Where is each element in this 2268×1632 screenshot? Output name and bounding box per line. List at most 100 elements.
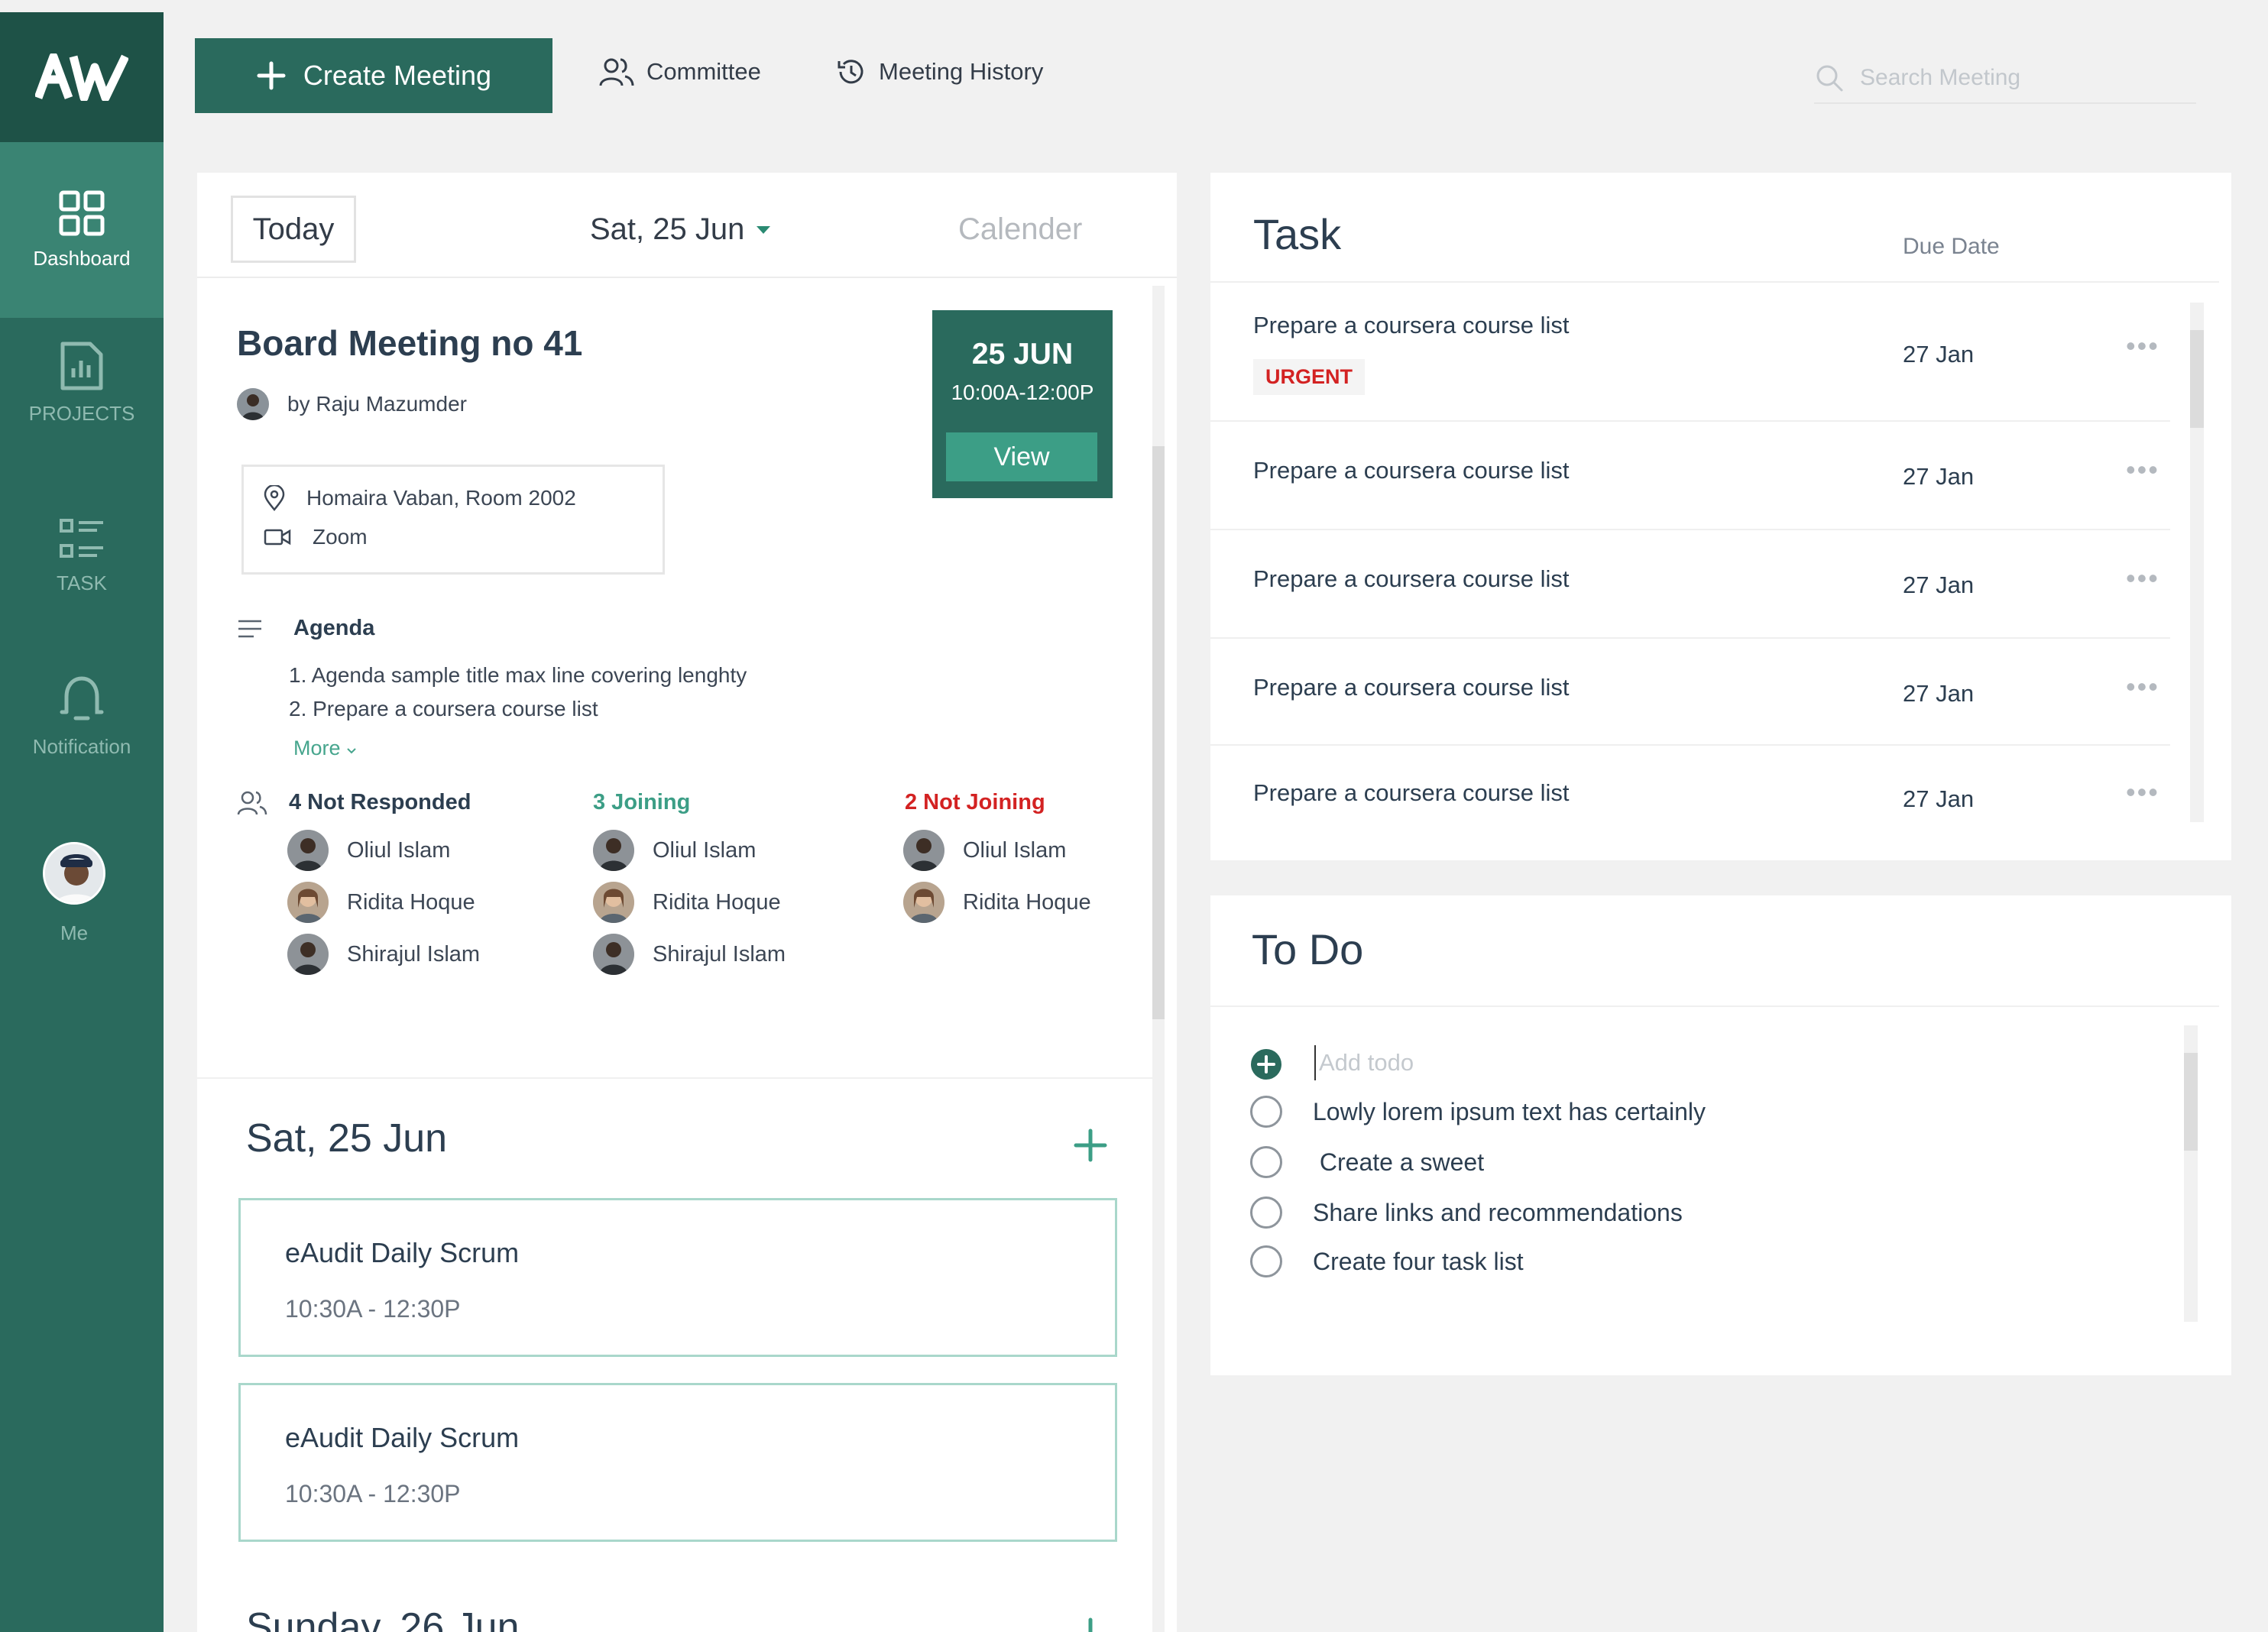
todo-item[interactable]: Create a sweet xyxy=(1250,1146,1484,1178)
todo-item[interactable]: Create four task list xyxy=(1250,1245,1524,1277)
more-options-icon[interactable]: ••• xyxy=(2126,776,2159,808)
todo-checkbox[interactable] xyxy=(1250,1245,1282,1277)
more-options-icon[interactable]: ••• xyxy=(2126,671,2159,703)
create-meeting-button[interactable]: Create Meeting xyxy=(195,38,552,113)
logo-icon xyxy=(35,53,128,101)
more-options-icon[interactable]: ••• xyxy=(2126,562,2159,594)
user-avatar-icon xyxy=(593,882,634,923)
todo-scrollbar[interactable] xyxy=(2184,1025,2198,1322)
sidebar-item-label: Me xyxy=(60,921,89,944)
todo-text: Share links and recommendations xyxy=(1313,1198,1683,1226)
task-name: Prepare a coursera course list xyxy=(1253,312,1570,338)
task-scrollbar[interactable] xyxy=(2190,303,2204,822)
calendar-link[interactable]: Calender xyxy=(958,212,1082,247)
add-todo-icon[interactable] xyxy=(1250,1048,1282,1080)
avatar xyxy=(903,830,944,871)
location-pin-icon xyxy=(264,485,285,511)
platform-text: Zoom xyxy=(313,525,368,549)
attendee-name: Ridita Hoque xyxy=(347,889,475,915)
event-title: eAudit Daily Scrum xyxy=(285,1422,520,1453)
add-event-button[interactable] xyxy=(1073,1122,1108,1171)
search-icon xyxy=(1816,65,1843,92)
user-avatar-icon xyxy=(237,388,269,420)
more-options-icon[interactable]: ••• xyxy=(2126,330,2159,362)
task-due-date: 27 Jan xyxy=(1903,572,1975,598)
task-due-date: 27 Jan xyxy=(1903,680,1975,707)
joining-heading: 3 Joining xyxy=(593,790,691,814)
task-list-icon xyxy=(60,519,103,558)
event-card[interactable]: eAudit Daily Scrum 10:30A - 12:30P xyxy=(238,1198,1117,1357)
meeting-card-date: 25 JUN xyxy=(971,338,1074,371)
view-meeting-button[interactable]: View xyxy=(946,432,1097,481)
task-row[interactable]: Prepare a coursera course list 27 Jan ••… xyxy=(1210,746,2170,860)
todo-item[interactable]: Lowly lorem ipsum text has certainly xyxy=(1250,1096,1706,1128)
todo-item[interactable]: Share links and recommendations xyxy=(1250,1196,1683,1229)
scrollbar-thumb[interactable] xyxy=(2190,330,2204,428)
attendee: Ridita Hoque xyxy=(287,882,475,923)
add-todo-input[interactable] xyxy=(1314,1045,1849,1080)
todo-checkbox[interactable] xyxy=(1250,1096,1282,1128)
event-title: eAudit Daily Scrum xyxy=(285,1237,520,1268)
sidebar-item-dashboard[interactable]: Dashboard xyxy=(0,142,164,318)
task-row[interactable]: Prepare a coursera course list 27 Jan ••… xyxy=(1210,639,2170,746)
attendee: Oliul Islam xyxy=(903,830,1066,871)
lines-icon xyxy=(238,620,261,637)
attendee-name: Ridita Hoque xyxy=(963,889,1091,915)
location-box: Homaira Vaban, Room 2002 Zoom xyxy=(241,465,665,575)
user-avatar-icon xyxy=(903,882,944,923)
app-logo[interactable] xyxy=(0,12,164,142)
history-icon xyxy=(838,60,863,84)
scrollbar-thumb[interactable] xyxy=(2184,1053,2198,1151)
chevron-down-icon xyxy=(347,748,356,754)
video-camera-icon xyxy=(264,529,291,546)
user-avatar-icon xyxy=(45,844,103,902)
scrollbar-thumb[interactable] xyxy=(1152,446,1165,1019)
user-avatar-icon xyxy=(287,830,329,871)
day-heading: Sat, 25 Jun xyxy=(246,1116,448,1161)
user-avatar-icon xyxy=(593,934,634,975)
task-row[interactable]: Prepare a coursera course list 27 Jan ••… xyxy=(1210,422,2170,530)
committee-link[interactable]: Committee xyxy=(599,57,761,87)
attendee: Ridita Hoque xyxy=(593,882,781,923)
todo-checkbox[interactable] xyxy=(1250,1196,1282,1229)
sidebar-item-projects[interactable]: PROJECTS xyxy=(0,341,164,426)
sidebar-item-label: PROJECTS xyxy=(28,402,135,425)
event-card[interactable]: eAudit Daily Scrum 10:30A - 12:30P xyxy=(238,1383,1117,1542)
meeting-history-label: Meeting History xyxy=(879,58,1044,85)
add-event-button[interactable] xyxy=(1073,1611,1108,1632)
more-label: More xyxy=(293,737,341,759)
today-button[interactable]: Today xyxy=(231,196,356,263)
more-link[interactable]: More xyxy=(293,737,357,760)
task-due-date: 27 Jan xyxy=(1903,341,1975,368)
create-meeting-label: Create Meeting xyxy=(303,60,492,91)
attendee-name: Shirajul Islam xyxy=(347,941,481,967)
attendee: Oliul Islam xyxy=(287,830,450,871)
meetings-scrollbar[interactable] xyxy=(1152,286,1165,1632)
due-date-header: Due Date xyxy=(1903,234,2000,259)
user-avatar-icon xyxy=(593,830,634,871)
attendee: Oliul Islam xyxy=(593,830,756,871)
search-input[interactable] xyxy=(1860,65,2166,91)
plus-icon xyxy=(1088,1617,1093,1632)
avatar xyxy=(593,934,634,975)
task-panel-title: Task xyxy=(1253,210,1342,258)
task-row[interactable]: Prepare a coursera course list 27 Jan ••… xyxy=(1210,530,2170,639)
sidebar-item-notification[interactable]: Notification xyxy=(0,674,164,759)
todo-panel: To Do Lowly lorem ipsum text has certain… xyxy=(1210,895,2231,1375)
not-responded-heading: 4 Not Responded xyxy=(289,790,471,814)
avatar xyxy=(43,842,105,905)
sidebar-item-me[interactable]: Me xyxy=(0,842,156,945)
organizer-name: by Raju Mazumder xyxy=(287,392,467,416)
meeting-card-time: 10:00A-12:00P xyxy=(951,380,1094,404)
task-row[interactable]: Prepare a coursera course list URGENT 27… xyxy=(1210,283,2170,422)
users-icon xyxy=(599,58,634,86)
todo-checkbox[interactable] xyxy=(1250,1146,1282,1178)
avatar xyxy=(287,934,329,975)
sidebar-item-label: Notification xyxy=(32,735,131,758)
attendee: Ridita Hoque xyxy=(903,882,1091,923)
more-options-icon[interactable]: ••• xyxy=(2126,454,2159,486)
date-dropdown[interactable]: Sat, 25 Jun xyxy=(590,212,772,247)
sidebar-item-task[interactable]: TASK xyxy=(0,518,164,595)
bell-icon xyxy=(60,676,104,720)
meeting-history-link[interactable]: Meeting History xyxy=(836,57,1043,87)
